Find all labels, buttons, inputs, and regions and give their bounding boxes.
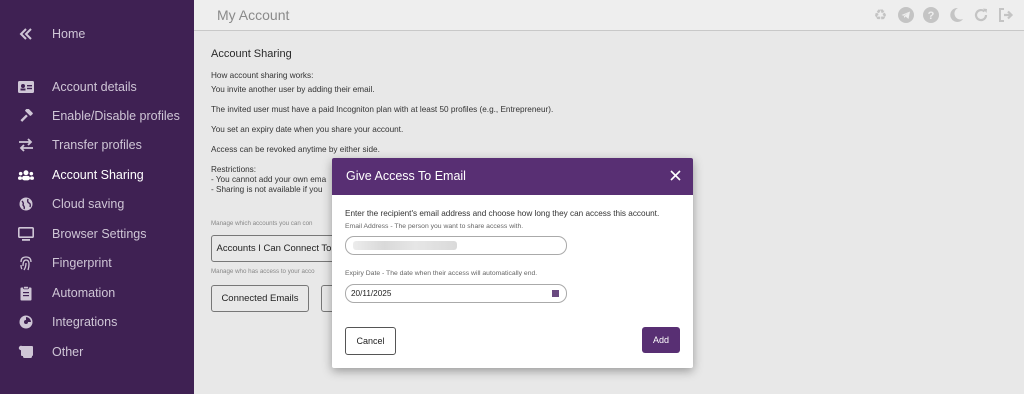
add-button[interactable]: Add (642, 327, 680, 353)
expiry-date-field[interactable]: 20/11/2025 (345, 284, 567, 303)
modal-title: Give Access To Email (346, 169, 466, 183)
cancel-button[interactable]: Cancel (345, 327, 396, 355)
modal-overlay: Give Access To Email Enter the recipient… (0, 0, 1024, 394)
give-access-modal: Give Access To Email Enter the recipient… (332, 158, 693, 368)
email-field[interactable] (345, 236, 567, 255)
expiry-label: Expiry Date - The date when their access… (345, 270, 538, 277)
modal-header: Give Access To Email (332, 158, 693, 195)
close-icon[interactable] (666, 166, 684, 184)
modal-intro: Enter the recipient's email address and … (345, 209, 660, 218)
email-label: Email Address - The person you want to s… (345, 223, 524, 230)
redacted-email (353, 241, 457, 250)
calendar-icon[interactable] (552, 290, 559, 297)
expiry-value: 20/11/2025 (351, 289, 392, 298)
